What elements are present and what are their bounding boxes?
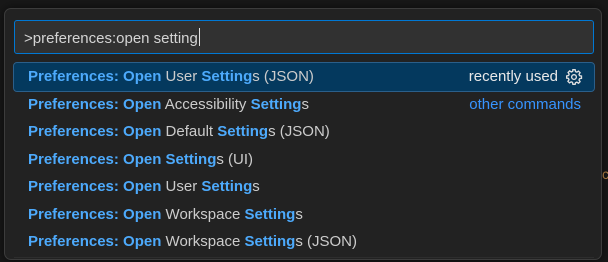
match-highlight: Setting xyxy=(217,123,269,140)
command-results-list: Preferences: Open User Settings (JSON) re… xyxy=(13,62,595,256)
command-item-label: Preferences: Open Settings (UI) xyxy=(28,146,253,173)
command-item[interactable]: Preferences: Open Workspace Settings (JS… xyxy=(14,228,594,256)
label-text: User xyxy=(161,178,202,195)
command-palette: >preferences:open setting Preferences: O… xyxy=(4,8,602,260)
label-text: s (JSON) xyxy=(268,123,330,140)
match-highlight: Setting xyxy=(250,95,302,113)
label-text: s xyxy=(295,205,303,223)
command-input-value: >preferences:open setting xyxy=(24,30,198,47)
match-highlight: Preferences: Open xyxy=(28,178,162,195)
list-bottom-divider xyxy=(14,257,594,258)
command-item[interactable]: Preferences: Open User Settings (JSON) re… xyxy=(13,62,595,92)
label-text: Workspace xyxy=(161,233,245,250)
other-commands-label: other commands xyxy=(469,95,581,113)
gear-icon[interactable] xyxy=(565,68,583,86)
command-item[interactable]: Preferences: Open Settings (UI) xyxy=(14,146,594,174)
command-item-label: Preferences: Open User Settings (JSON) xyxy=(28,63,314,90)
editor-text-fragment: c xyxy=(602,166,608,182)
command-item[interactable]: Preferences: Open Default Settings (JSON… xyxy=(14,118,594,146)
label-text: s xyxy=(301,95,309,113)
command-item[interactable]: Preferences: Open Workspace Settings xyxy=(14,201,594,229)
recently-used-label: recently used xyxy=(468,68,558,85)
match-highlight: Preferences: Open Setting xyxy=(28,150,217,168)
label-text: Workspace xyxy=(161,205,245,223)
match-highlight: Setting xyxy=(244,233,296,250)
text-caret xyxy=(198,28,200,46)
label-text: s (UI) xyxy=(216,150,254,168)
match-highlight: Preferences: Open xyxy=(28,95,162,113)
match-highlight: Preferences: Open xyxy=(28,205,162,223)
match-highlight: Setting xyxy=(244,205,296,223)
match-highlight: Preferences: Open xyxy=(28,123,162,140)
label-text: User xyxy=(161,68,202,85)
match-highlight: Preferences: Open xyxy=(28,233,162,250)
match-highlight: Setting xyxy=(201,68,253,85)
command-item-label: Preferences: Open User Settings xyxy=(28,173,260,200)
command-item-label: Preferences: Open Workspace Settings xyxy=(28,201,303,228)
match-highlight: Preferences: Open xyxy=(28,68,162,85)
command-item-label: Preferences: Open Default Settings (JSON… xyxy=(28,118,330,145)
label-text: s (JSON) xyxy=(252,68,314,85)
command-item[interactable]: Preferences: Open User Settings xyxy=(14,173,594,201)
command-item-label: Preferences: Open Accessibility Settings xyxy=(28,91,309,118)
label-text: Default xyxy=(161,123,218,140)
command-input-box[interactable]: >preferences:open setting xyxy=(14,20,594,54)
label-text: Accessibility xyxy=(161,95,251,113)
label-text: s xyxy=(252,178,260,195)
command-input[interactable]: >preferences:open setting xyxy=(24,28,200,48)
label-text: s (JSON) xyxy=(295,233,357,250)
command-item[interactable]: Preferences: Open Accessibility Settings… xyxy=(14,91,594,119)
command-item-label: Preferences: Open Workspace Settings (JS… xyxy=(28,228,357,255)
match-highlight: Setting xyxy=(201,178,253,195)
